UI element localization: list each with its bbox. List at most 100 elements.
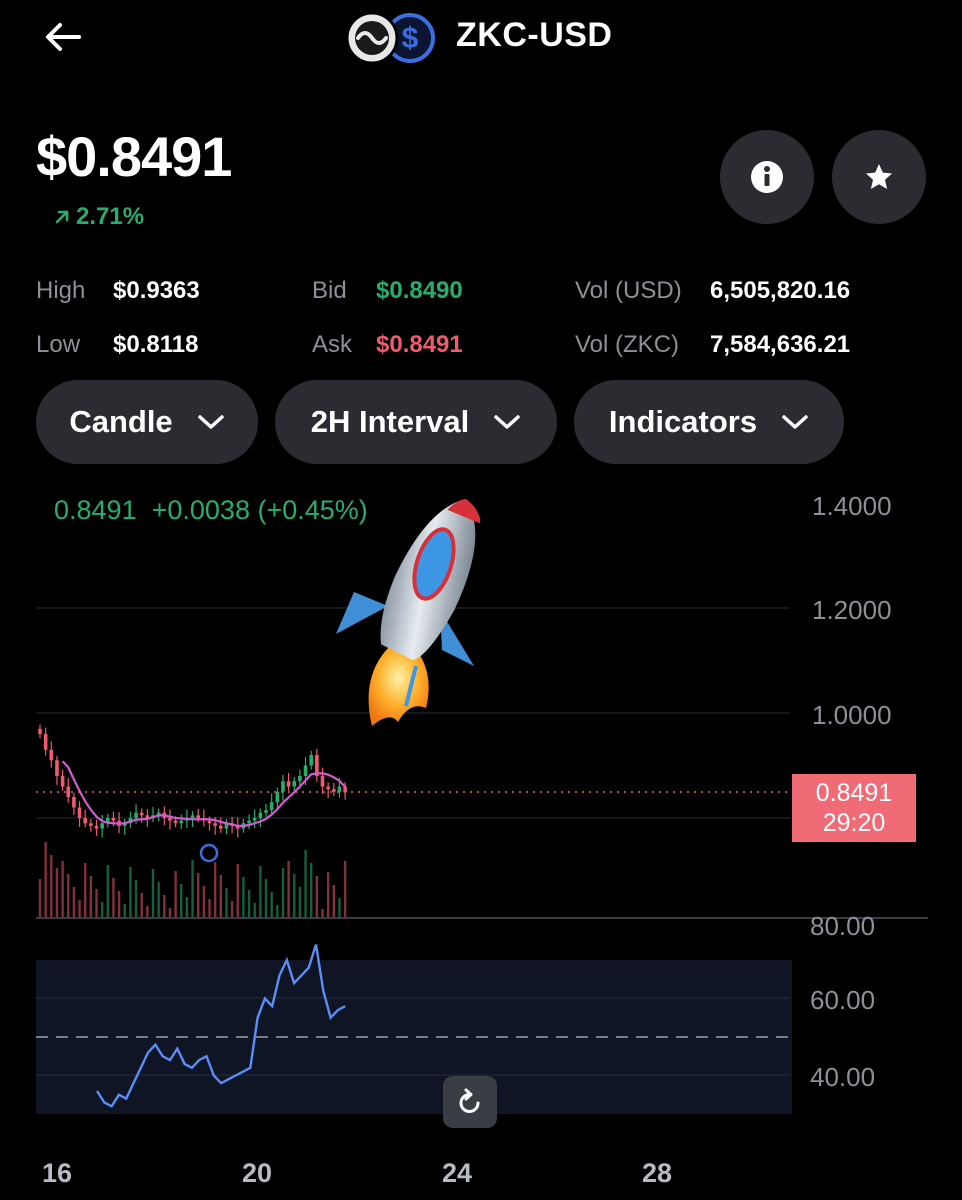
candle-body <box>38 728 42 734</box>
volume-bar <box>287 861 290 917</box>
date-axis-tick: 20 <box>242 1158 273 1188</box>
interval-label: 2H Interval <box>310 404 470 439</box>
indicators-dropdown[interactable]: Indicators <box>574 380 844 464</box>
vol-usd-label: Vol (USD) <box>575 277 682 304</box>
volume-bar <box>191 860 194 917</box>
volume-bar <box>146 906 149 917</box>
price-axis-tick: 1.0000 <box>812 700 892 730</box>
volume-bar <box>89 876 93 917</box>
candle-body <box>298 776 302 782</box>
candle-body <box>309 755 313 766</box>
volume-bar <box>106 865 109 917</box>
volume-bar <box>123 904 126 917</box>
candle-body <box>286 781 291 787</box>
candle-body <box>337 786 342 792</box>
pair-logo: $ <box>345 11 438 65</box>
volume-bar <box>197 873 200 917</box>
candle-body <box>264 810 268 813</box>
volume-bar <box>168 908 172 917</box>
reset-zoom-button[interactable] <box>443 1076 497 1128</box>
vol-zkc-value: 7,584,636.21 <box>710 331 851 358</box>
volume-bar <box>326 872 330 917</box>
svg-text:$: $ <box>402 22 419 55</box>
candle-body <box>292 781 297 787</box>
interval-dropdown[interactable]: 2H Interval <box>275 380 557 464</box>
chevron-down-icon <box>197 415 224 429</box>
volume-bar <box>315 876 319 917</box>
volume-bar <box>100 902 104 917</box>
volume-bar <box>304 850 307 917</box>
ohlc-price: 0.8491 <box>54 495 137 525</box>
volume-bar <box>55 868 59 917</box>
date-axis-tick: 24 <box>442 1158 473 1188</box>
volume-bar <box>259 866 262 917</box>
low-label: Low <box>36 331 81 358</box>
volume-bar <box>202 886 206 917</box>
rsi-axis-tick: 80.00 <box>810 911 876 939</box>
volume-bar <box>298 887 302 917</box>
candle-body <box>281 781 285 792</box>
candle-body <box>343 786 347 793</box>
candle-body <box>72 797 76 808</box>
price-axis-tick: 1.4000 <box>812 491 892 521</box>
volume-bar <box>44 842 47 917</box>
ohlc-readout: 0.8491 +0.0038 (+0.45%) <box>54 495 368 526</box>
high-value: $0.9363 <box>113 277 200 304</box>
rocket-icon <box>336 498 482 726</box>
bid-label: Bid <box>312 277 347 304</box>
volume-bar <box>332 885 335 917</box>
rsi-axis-tick: 60.00 <box>810 985 876 1015</box>
volume-bar <box>163 895 166 917</box>
volume-bar <box>264 879 268 917</box>
high-label: High <box>36 277 86 304</box>
volume-bar <box>72 887 76 917</box>
chart-type-dropdown[interactable]: Candle <box>36 380 258 464</box>
volume-bar <box>270 892 273 917</box>
volume-bar <box>50 855 53 917</box>
volume-bar <box>117 891 121 917</box>
back-button[interactable] <box>40 14 86 60</box>
candle-body <box>139 812 144 816</box>
volume-bar <box>321 909 324 917</box>
volume-bar <box>151 869 155 917</box>
vol-usd-value: 6,505,820.16 <box>710 277 851 304</box>
date-axis-tick: 28 <box>642 1158 673 1188</box>
volume-bar <box>247 890 251 917</box>
volume-bar <box>208 899 211 917</box>
candle-body <box>55 760 59 776</box>
candle-body <box>94 825 99 829</box>
volume-bar <box>338 898 341 917</box>
chevron-down-icon <box>494 415 520 429</box>
volume-bar <box>293 874 296 917</box>
volume-bar <box>67 874 70 917</box>
volume-bar <box>180 884 183 917</box>
candle-body <box>173 820 178 824</box>
candle-body <box>252 818 257 821</box>
marker-circle <box>199 843 219 863</box>
volume-bar <box>219 875 222 917</box>
indicators-label: Indicators <box>608 404 758 439</box>
volume-bar <box>230 901 234 917</box>
volume-bar <box>157 882 160 917</box>
refresh-icon <box>459 1088 480 1113</box>
candle-body <box>60 776 65 787</box>
volume-bar <box>225 888 228 917</box>
ask-label: Ask <box>312 331 353 358</box>
star-icon <box>866 164 892 189</box>
candle-countdown: 29:20 <box>822 809 886 837</box>
volume-bar <box>276 905 279 917</box>
candle-body <box>258 812 263 818</box>
favorite-button[interactable] <box>832 130 926 224</box>
price-change-value: 2.71% <box>76 203 145 230</box>
candle-body <box>247 820 251 824</box>
volume-bar <box>343 861 347 917</box>
volume-bar <box>134 880 138 917</box>
candle-body <box>83 818 87 824</box>
current-price: $0.8491 <box>36 125 232 188</box>
volume-bars <box>38 842 347 917</box>
date-axis-tick: 16 <box>42 1158 73 1188</box>
info-button[interactable] <box>720 130 814 224</box>
candle-body <box>134 812 138 818</box>
volume-bar <box>78 900 81 917</box>
candle-body <box>100 823 104 829</box>
